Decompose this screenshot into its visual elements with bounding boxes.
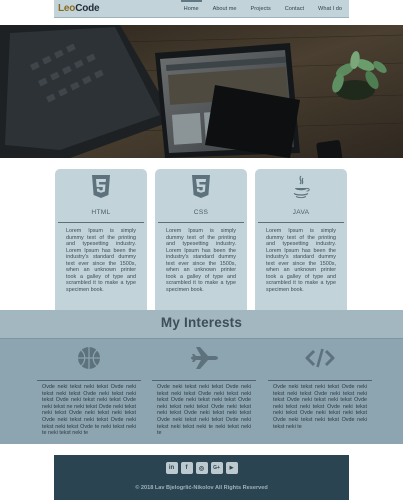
skill-divider (58, 222, 144, 223)
nav-link-contact[interactable]: Contact (278, 0, 311, 17)
site-logo[interactable]: LeoCode (58, 3, 100, 14)
skill-title: JAVA (292, 209, 310, 216)
skill-divider (158, 222, 244, 223)
google-plus-icon[interactable]: G+ (210, 462, 223, 474)
youtube-icon[interactable]: ▶ (225, 462, 238, 474)
nav-link-what-i-do[interactable]: What I do (311, 0, 349, 17)
top-navbar: LeoCode Home About me Projects Contact W… (54, 0, 349, 18)
interest-item-basketball: Ovde neki tekst neki tekst Ovde neki tek… (37, 346, 141, 437)
linkedin-icon[interactable]: in (165, 462, 178, 474)
interest-divider (37, 380, 141, 381)
interests-section: My Interests Ovde neki tekst neki tekst … (0, 310, 403, 444)
nav-link-projects[interactable]: Projects (244, 0, 278, 17)
interest-description: Ovde neki tekst neki tekst Ovde neki tek… (157, 384, 251, 437)
hero-image (0, 25, 403, 158)
skill-description: Lorem Ipsum is simply dummy text of the … (66, 228, 136, 293)
airplane-icon (191, 347, 218, 369)
skill-card-css: CSS Lorem Ipsum is simply dummy text of … (155, 169, 247, 328)
interests-title-band: My Interests (0, 310, 403, 339)
interest-divider (268, 380, 372, 381)
skills-section: HTML Lorem Ipsum is simply dummy text of… (55, 169, 347, 328)
interest-description: Ovde neki tekst neki tekst Ovde neki tek… (42, 384, 136, 437)
interest-item-coding: Ovde neki tekst neki tekst Ovde neki tek… (268, 346, 372, 430)
facebook-icon[interactable]: f (180, 462, 193, 474)
skill-title: HTML (91, 209, 111, 216)
code-icon (305, 348, 335, 368)
hero-desk-illustration (0, 25, 403, 158)
interest-description: Ovde neki tekst neki tekst Ovde neki tek… (273, 384, 367, 430)
nav-link-about[interactable]: About me (206, 0, 244, 17)
site-footer: in f ◎ G+ ▶ © 2018 Lav Bjelogrlić-Nikolo… (54, 455, 349, 500)
java-icon (293, 175, 310, 199)
social-links: in f ◎ G+ ▶ (54, 462, 349, 474)
interest-item-travel: Ovde neki tekst neki tekst Ovde neki tek… (152, 346, 256, 437)
nav-link-home[interactable]: Home (177, 0, 206, 17)
instagram-icon[interactable]: ◎ (195, 462, 208, 474)
basketball-icon (78, 347, 100, 369)
skill-description: Lorem Ipsum is simply dummy text of the … (166, 228, 236, 293)
interest-divider (152, 380, 256, 381)
css3-icon (192, 175, 210, 198)
copyright-text: © 2018 Lav Bjelogrlić-Nikolov All Rights… (135, 485, 268, 491)
nav-links: Home About me Projects Contact What I do (177, 0, 349, 17)
skill-title: CSS (193, 209, 209, 216)
interests-title: My Interests (160, 315, 243, 330)
skill-description: Lorem Ipsum is simply dummy text of the … (266, 228, 336, 293)
skill-divider (258, 222, 344, 223)
skill-card-java: JAVA Lorem Ipsum is simply dummy text of… (255, 169, 347, 328)
skill-card-html: HTML Lorem Ipsum is simply dummy text of… (55, 169, 147, 328)
html5-icon (92, 175, 110, 198)
